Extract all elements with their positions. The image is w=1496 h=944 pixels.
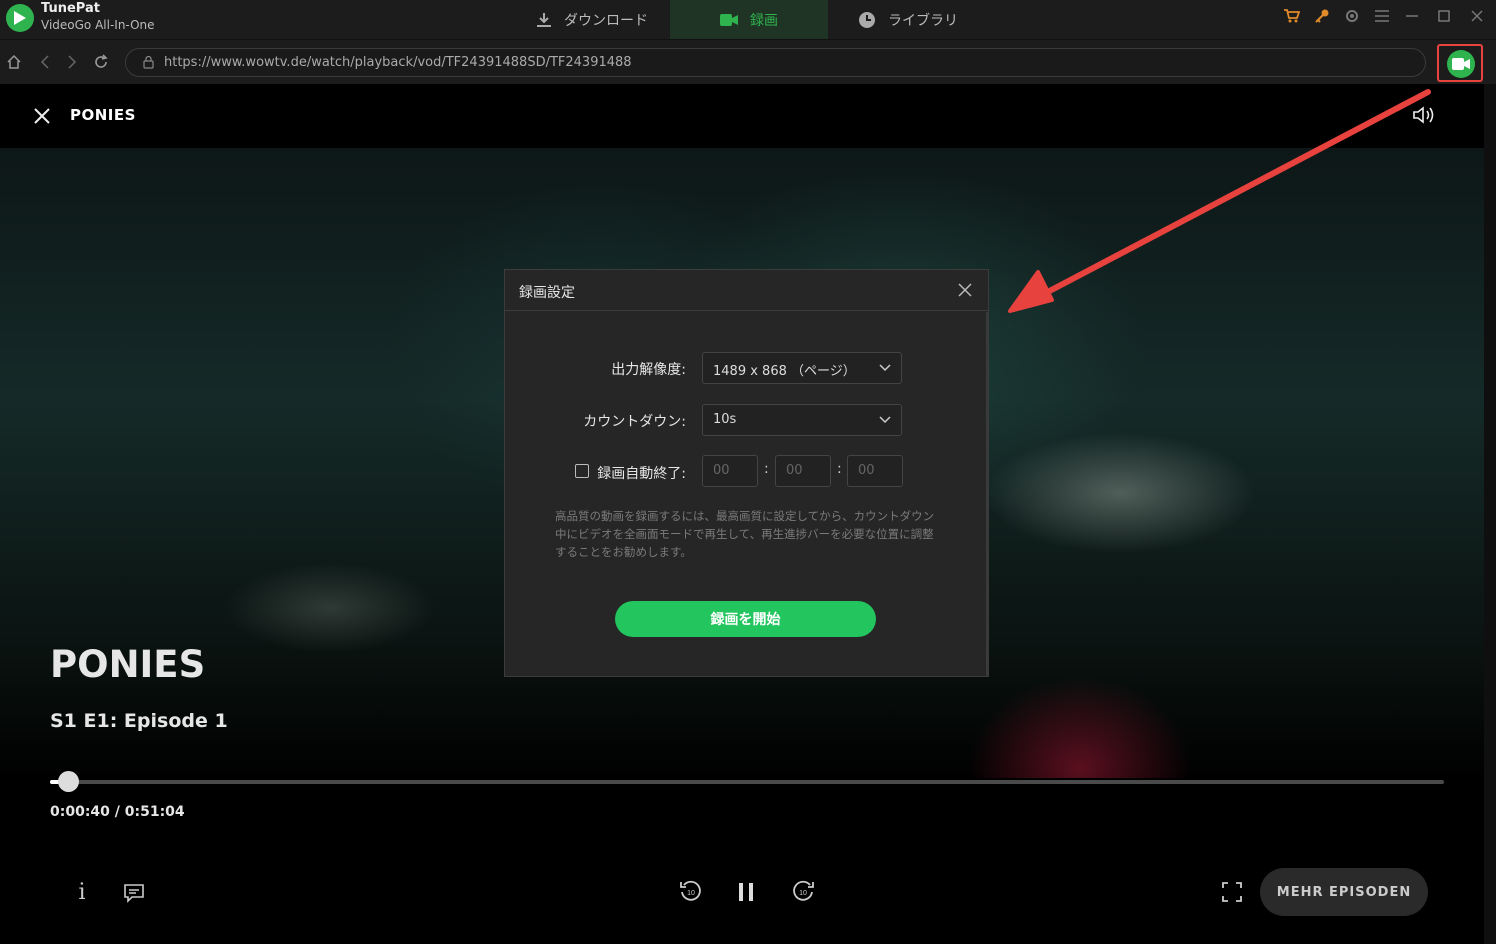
video-camera-icon bbox=[720, 13, 738, 27]
address-bar: https://www.wowtv.de/watch/playback/vod/… bbox=[0, 39, 1496, 84]
reload-icon[interactable] bbox=[92, 53, 110, 71]
countdown-label: カウントダウン: bbox=[583, 414, 686, 430]
home-icon[interactable] bbox=[5, 53, 23, 71]
episode-title: S1 E1: Episode 1 bbox=[50, 710, 228, 732]
tab-library-label: ライブラリ bbox=[888, 12, 958, 29]
time-separator: : bbox=[837, 461, 842, 477]
chevron-down-icon bbox=[879, 364, 891, 372]
rewind-10-icon[interactable]: 10 bbox=[678, 878, 704, 904]
resolution-select[interactable]: 1489 x 868 （ページ） bbox=[702, 352, 902, 384]
page-scrollbar[interactable] bbox=[1484, 84, 1496, 944]
forward-icon[interactable] bbox=[63, 53, 81, 71]
hours-placeholder: 00 bbox=[713, 463, 730, 478]
close-icon[interactable] bbox=[1467, 6, 1487, 26]
autostop-checkbox[interactable] bbox=[575, 464, 589, 478]
fullscreen-icon[interactable] bbox=[1220, 880, 1244, 904]
show-title: PONIES bbox=[50, 643, 206, 686]
dialog-scrollbar[interactable] bbox=[986, 312, 989, 676]
svg-text:10: 10 bbox=[687, 890, 695, 897]
player-header-title: PONIES bbox=[70, 106, 136, 124]
minutes-placeholder: 00 bbox=[786, 463, 803, 478]
resolution-value: 1489 x 868 （ページ） bbox=[713, 364, 856, 379]
info-icon[interactable]: i bbox=[72, 878, 92, 906]
url-text: https://www.wowtv.de/watch/playback/vod/… bbox=[164, 55, 632, 70]
video-camera-icon bbox=[1452, 58, 1470, 70]
tab-record-label: 録画 bbox=[750, 12, 778, 29]
dialog-header: 録画設定 bbox=[505, 270, 988, 311]
maximize-icon[interactable] bbox=[1434, 6, 1454, 26]
dialog-title: 録画設定 bbox=[519, 285, 575, 301]
tab-download-label: ダウンロード bbox=[564, 12, 648, 29]
time-separator: : bbox=[764, 461, 769, 477]
tab-download[interactable]: ダウンロード bbox=[536, 0, 648, 39]
progress-bar[interactable] bbox=[50, 771, 1444, 792]
app-subtitle: VideoGo All-In-One bbox=[41, 18, 155, 32]
svg-text:10: 10 bbox=[799, 890, 807, 897]
countdown-select[interactable]: 10s bbox=[702, 404, 902, 436]
forward-10-icon[interactable]: 10 bbox=[790, 878, 816, 904]
download-icon bbox=[536, 12, 552, 28]
record-settings-dialog: 録画設定 出力解像度: 1489 x 868 （ページ） カウントダウン: 10… bbox=[504, 269, 989, 677]
app-name: TunePat bbox=[41, 1, 100, 16]
countdown-value: 10s bbox=[713, 412, 737, 427]
start-recording-button[interactable]: 録画を開始 bbox=[615, 601, 876, 637]
close-player-icon[interactable] bbox=[32, 106, 52, 126]
minimize-icon[interactable] bbox=[1402, 6, 1422, 26]
autostop-seconds-input[interactable]: 00 bbox=[847, 455, 903, 487]
subtitles-icon[interactable] bbox=[122, 882, 146, 904]
chevron-down-icon bbox=[879, 416, 891, 424]
autostop-minutes-input[interactable]: 00 bbox=[775, 455, 831, 487]
back-icon[interactable] bbox=[36, 53, 54, 71]
autostop-label: 録画自動終了: bbox=[597, 466, 686, 482]
url-field[interactable]: https://www.wowtv.de/watch/playback/vod/… bbox=[125, 48, 1426, 77]
record-button[interactable] bbox=[1447, 50, 1475, 78]
key-icon[interactable] bbox=[1312, 6, 1332, 26]
resolution-label: 出力解像度: bbox=[611, 362, 686, 378]
app-logo-icon bbox=[6, 4, 34, 32]
more-episodes-button[interactable]: MEHR EPISODEN bbox=[1260, 868, 1428, 916]
tab-record[interactable]: 録画 bbox=[670, 0, 828, 39]
progress-thumb[interactable] bbox=[58, 771, 80, 792]
cart-icon[interactable] bbox=[1282, 6, 1302, 26]
menu-icon[interactable] bbox=[1372, 6, 1392, 26]
pause-icon[interactable] bbox=[736, 880, 756, 904]
recording-hint-text: 高品質の動画を録画するには、最高画質に設定してから、カウントダウン中にビデオを全… bbox=[555, 509, 935, 559]
lock-icon bbox=[143, 55, 154, 73]
gear-icon[interactable] bbox=[1342, 6, 1362, 26]
autostop-hours-input[interactable]: 00 bbox=[702, 455, 758, 487]
title-bar: TunePat VideoGo All-In-One ダウンロード 録画 ライブ… bbox=[0, 0, 1496, 39]
volume-icon[interactable] bbox=[1413, 106, 1435, 128]
seconds-placeholder: 00 bbox=[858, 463, 875, 478]
clock-icon bbox=[858, 11, 876, 29]
dialog-close-icon[interactable] bbox=[957, 282, 973, 298]
time-display: 0:00:40 / 0:51:04 bbox=[50, 804, 185, 820]
tab-library[interactable]: ライブラリ bbox=[858, 0, 958, 39]
